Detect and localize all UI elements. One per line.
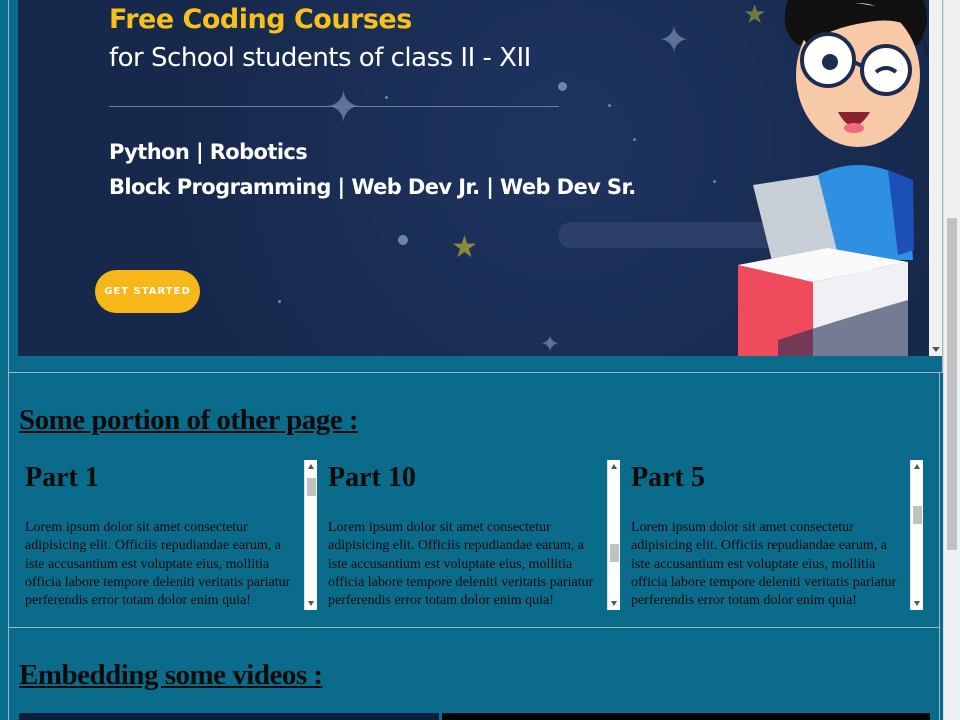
part-scrollbar[interactable] <box>304 460 317 610</box>
other-page-heading: Some portion of other page : <box>19 404 359 436</box>
part-frame[interactable]: Part 10 Lorem ipsum dolor sit amet conse… <box>322 460 620 610</box>
banner-subtitle: for School students of class II - XII <box>109 43 531 73</box>
part-title: Part 10 <box>328 462 416 493</box>
banner-section: ✦ ✦ ★ ★ ✦ Free Coding Courses for School… <box>8 0 943 373</box>
scroll-up-arrow-icon[interactable] <box>308 464 314 469</box>
star-dot <box>608 104 611 107</box>
videos-heading: Embedding some videos : <box>19 659 323 691</box>
banner-frame-scrollbar[interactable] <box>929 0 942 356</box>
scroll-down-arrow-icon[interactable] <box>932 347 940 352</box>
other-page-section: Some portion of other page : Part 1 Lore… <box>8 372 940 628</box>
sparkle-icon: ✦ <box>540 332 561 356</box>
scroll-down-arrow-icon[interactable] <box>914 601 920 606</box>
star-dot <box>398 235 408 245</box>
banner-divider <box>109 106 559 107</box>
part-scrollbar-thumb[interactable] <box>610 544 619 562</box>
star-dot <box>558 82 567 91</box>
scroll-down-arrow-icon[interactable] <box>308 601 314 606</box>
videos-section: Embedding some videos : <box>8 627 940 720</box>
part-title: Part 1 <box>25 462 99 493</box>
star-icon: ★ <box>451 231 478 264</box>
star-dot <box>633 138 636 141</box>
part-title: Part 5 <box>631 462 705 493</box>
banner-title: Free Coding Courses <box>109 4 412 35</box>
banner-image: ✦ ✦ ★ ★ ✦ Free Coding Courses for School… <box>18 0 929 356</box>
part-scrollbar[interactable] <box>910 460 923 610</box>
part-scrollbar-thumb[interactable] <box>307 478 316 496</box>
scroll-up-arrow-icon[interactable] <box>914 464 920 469</box>
part-text: Lorem ipsum dolor sit amet consectetur a… <box>631 520 897 609</box>
page-scrollbar-thumb[interactable] <box>947 218 957 550</box>
sparkle-icon: ✦ <box>658 20 690 62</box>
kid-illustration <box>738 0 928 356</box>
star-dot <box>385 96 388 99</box>
part-frame[interactable]: Part 1 Lorem ipsum dolor sit amet consec… <box>19 460 317 610</box>
sparkle-icon: ✦ <box>325 83 362 132</box>
video-embed[interactable] <box>19 713 439 720</box>
star-dot <box>713 180 716 183</box>
part-text: Lorem ipsum dolor sit amet consectetur a… <box>25 520 291 609</box>
part-text: Lorem ipsum dolor sit amet consectetur a… <box>328 520 594 609</box>
get-started-button[interactable]: GET STARTED <box>95 270 200 313</box>
video-embed[interactable] <box>442 713 930 720</box>
banner-frame: ✦ ✦ ★ ★ ✦ Free Coding Courses for School… <box>18 0 942 356</box>
part-scrollbar-thumb[interactable] <box>913 506 922 524</box>
scroll-up-arrow-icon[interactable] <box>611 464 617 469</box>
page-scrollbar[interactable] <box>943 0 960 720</box>
part-scrollbar[interactable] <box>607 460 620 610</box>
star-dot <box>278 300 281 303</box>
banner-courses-line1: Python | Robotics <box>109 140 308 164</box>
part-frame[interactable]: Part 5 Lorem ipsum dolor sit amet consec… <box>625 460 923 610</box>
scroll-down-arrow-icon[interactable] <box>611 601 617 606</box>
banner-courses-line2: Block Programming | Web Dev Jr. | Web De… <box>109 175 636 199</box>
